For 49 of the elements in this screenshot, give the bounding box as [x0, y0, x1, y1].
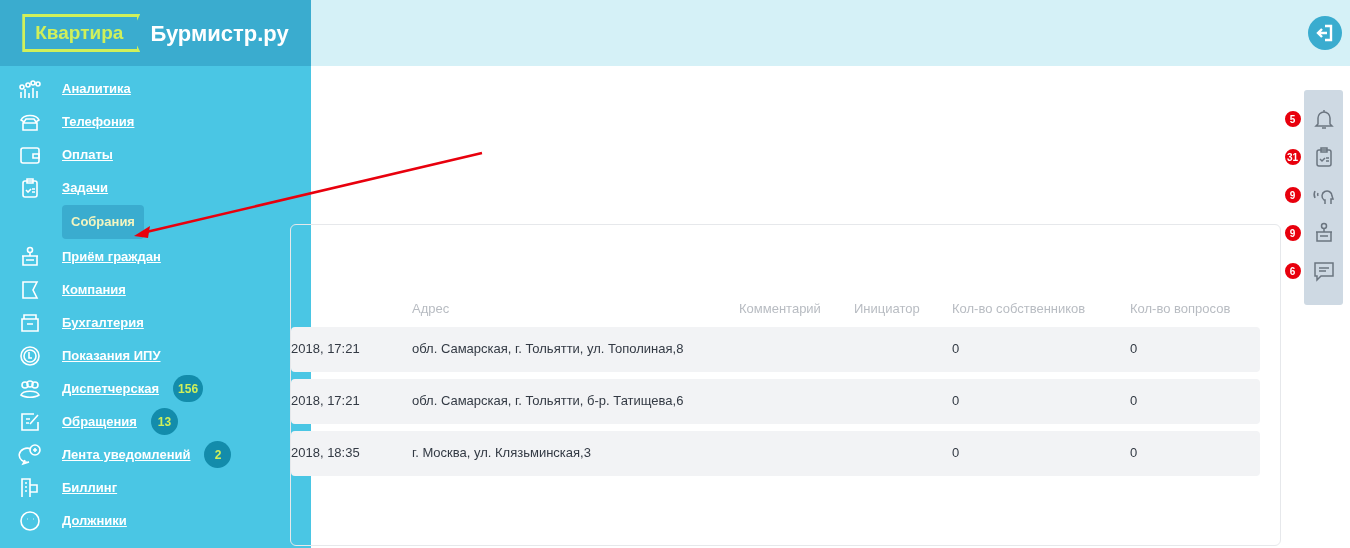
count-badge: 6	[1282, 261, 1303, 281]
sidebar-link[interactable]: Оплаты	[62, 144, 113, 165]
table-cell-text: 0	[1130, 340, 1139, 358]
sidebar-link[interactable]: Телефония	[62, 111, 135, 132]
chat-plus-icon	[18, 442, 42, 467]
sidebar-link[interactable]: Бухгалтерия	[62, 312, 144, 333]
count-badge: 5	[1282, 109, 1303, 129]
logout-button[interactable]	[1308, 16, 1342, 50]
sidebar-link[interactable]: Должники	[62, 510, 127, 531]
table-cell-text: 2018, 17:21	[291, 392, 361, 410]
table-cell-text: 2018, 18:35	[291, 444, 361, 462]
count-badge: 9	[1282, 185, 1303, 205]
sidebar-link[interactable]: Компания	[62, 279, 126, 300]
column-header: Адрес	[412, 300, 451, 319]
table-cell-text: 0	[1130, 392, 1139, 410]
count-badge: 156	[173, 375, 204, 402]
table-cell-text: 0	[952, 444, 961, 462]
column-header: Инициатор	[854, 300, 921, 319]
table-row[interactable]: 2018, 18:35 г. Москва, ул. Клязьминская,3 0 0	[291, 431, 1260, 476]
logo-badge: Квартира	[22, 13, 141, 53]
sidebar-link[interactable]: Биллинг	[62, 477, 118, 498]
exit-icon	[1315, 23, 1335, 43]
count-badge: 9	[1282, 223, 1303, 243]
table-cell-text: обл. Самарская, г. Тольятти, б-р. Татищева,6	[412, 392, 685, 410]
table-cell-text: 2018, 17:21	[291, 340, 361, 358]
column-header: Кол-во вопросов	[1130, 300, 1232, 319]
count-badge: 2	[204, 441, 232, 468]
table-row[interactable]: 2018, 17:21 обл. Самарская, г. Тольятти, ул. Тополиная,8 0 0	[291, 327, 1260, 372]
sidebar-link[interactable]: Диспетчерская	[62, 378, 160, 399]
table-cell-text: обл. Самарская, г. Тольятти, ул. Тополиная,8	[412, 340, 685, 358]
sidebar-link[interactable]: Аналитика	[62, 78, 131, 99]
logo-text: Бурмистр.ру	[150, 19, 289, 48]
face-icon	[18, 508, 42, 533]
sidebar-link[interactable]: Приём граждан	[62, 246, 161, 267]
submenu-item[interactable]: Собрания	[62, 205, 144, 239]
sidebar-link[interactable]: Лента уведомлений	[62, 444, 191, 465]
meter-icon	[18, 343, 42, 368]
sidebar-link[interactable]: Показания ИПУ	[62, 345, 161, 366]
count-badge: 13	[150, 408, 178, 435]
count-badge: 31	[1282, 147, 1303, 167]
table-cell-text: г. Москва, ул. Клязьминская,3	[412, 444, 592, 462]
sidebar-link[interactable]: Задачи	[62, 177, 109, 198]
sidebar-link[interactable]: Обращения	[62, 411, 137, 432]
column-header: Кол-во собственников	[952, 300, 1087, 319]
table-cell-text: 0	[952, 392, 961, 410]
table-row[interactable]: 2018, 17:21 обл. Самарская, г. Тольятти, б-р. Татищева,6 0 0	[291, 379, 1260, 424]
column-header: Комментарий	[739, 300, 822, 319]
table-cell-text: 0	[1130, 444, 1139, 462]
table-cell-text: 0	[952, 340, 961, 358]
